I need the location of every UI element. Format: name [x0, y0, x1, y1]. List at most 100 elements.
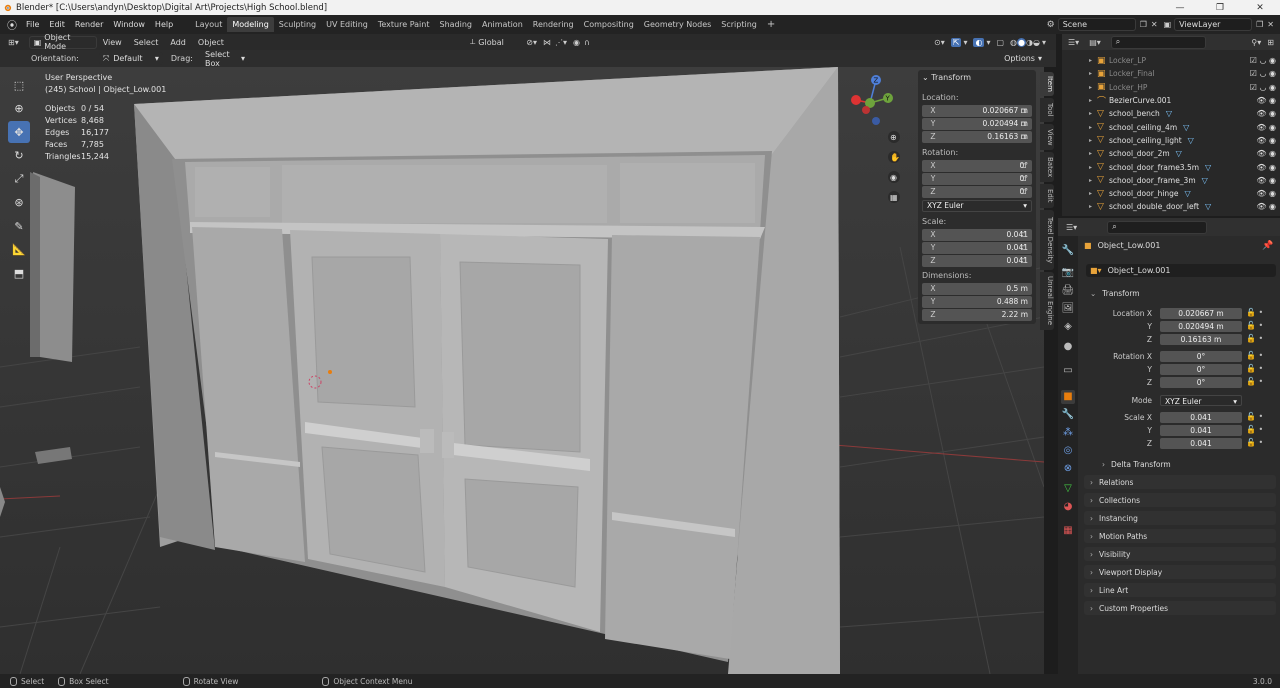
tab-rendering[interactable]: Rendering — [528, 17, 579, 32]
lock-icon[interactable]: ⊐ — [1020, 161, 1030, 171]
lock-icon[interactable]: 🔓 • — [1246, 412, 1263, 421]
location-z-field[interactable]: Z 0.16163 m — [922, 131, 1032, 143]
rotation-x-field[interactable]: X 0° — [922, 160, 1032, 172]
tab-animation[interactable]: Animation — [477, 17, 528, 32]
minimize-icon[interactable]: — — [1160, 3, 1200, 13]
outliner-search-input[interactable]: ⌕ — [1110, 35, 1206, 49]
move-tool-icon[interactable]: ✥ — [8, 121, 30, 143]
particles-properties-icon[interactable]: ⁂ — [1061, 426, 1075, 440]
lock-icon[interactable]: ⊐ — [1020, 243, 1030, 253]
scale-tool-icon[interactable]: ⤢ — [8, 168, 30, 190]
pivot-icon[interactable]: ⊘▾ — [526, 38, 537, 47]
new-view-layer-icon[interactable]: ❐ — [1256, 20, 1263, 29]
measure-tool-icon[interactable]: 📐 — [8, 239, 30, 261]
prop-rotation-mode-dropdown[interactable]: XYZ Euler ▾ — [1160, 395, 1242, 406]
delta-transform-header[interactable]: › Delta Transform — [1096, 457, 1272, 471]
outliner-item[interactable]: ▸ ▣ Locker_LP ☑ ◡ ◉ — [1062, 54, 1280, 67]
panel-instancing[interactable]: › Instancing — [1084, 511, 1276, 525]
view-layer-icon[interactable]: ▣ — [1164, 20, 1172, 29]
rotate-tool-icon[interactable]: ↻ — [8, 145, 30, 167]
axis-gizmo[interactable]: Z Y ⊕ ✋ ◉ ▦ — [848, 70, 908, 210]
tab-view[interactable]: View — [1040, 124, 1054, 150]
chevron-right-icon[interactable]: ▸ — [1089, 110, 1097, 117]
dimension-z-field[interactable]: Z 2.22 m — [922, 309, 1032, 321]
view-layer-properties-icon[interactable]: 🖼 — [1061, 302, 1075, 316]
visibility-toggle[interactable]: 👁 ◉ — [1256, 123, 1276, 132]
lock-icon[interactable]: ⊐ — [1020, 119, 1030, 129]
gizmo-dropdown-icon[interactable]: ▾ — [963, 38, 967, 47]
chevron-right-icon[interactable]: ▸ — [1089, 164, 1097, 171]
menu-edit[interactable]: Edit — [44, 20, 70, 29]
material-shading-icon[interactable]: ◑ — [1026, 38, 1033, 47]
select-tool-icon[interactable]: ⬚ — [8, 74, 30, 96]
tab-uv-editing[interactable]: UV Editing — [321, 17, 373, 32]
tab-compositing[interactable]: Compositing — [579, 17, 639, 32]
data-properties-icon[interactable]: ▽ — [1061, 482, 1075, 496]
visibility-icon[interactable]: ⊙▾ — [934, 38, 945, 47]
pin-icon[interactable]: 📌 — [1262, 241, 1273, 251]
menu-help[interactable]: Help — [150, 20, 178, 29]
menu-view[interactable]: View — [97, 38, 128, 47]
prop-location-y[interactable]: 0.020494 m — [1160, 321, 1242, 332]
lock-icon[interactable]: ⊐ — [1020, 106, 1030, 116]
neg-x-axis-handle[interactable] — [851, 95, 861, 105]
outliner-item[interactable]: ▸ ⌒ BezierCurve.001 👁 ◉ — [1062, 94, 1280, 107]
panel-relations[interactable]: › Relations — [1084, 475, 1276, 489]
menu-render[interactable]: Render — [70, 20, 108, 29]
properties-search-input[interactable]: ⌕ — [1107, 220, 1208, 234]
lock-icon[interactable]: ⊐ — [1020, 132, 1030, 142]
object-name-field[interactable]: ■▾ Object_Low.001 — [1086, 264, 1276, 277]
location-y-field[interactable]: Y 0.020494 m — [922, 118, 1032, 130]
transform-panel-header[interactable]: ⌄ Transform — [922, 73, 971, 82]
menu-object[interactable]: Object — [192, 38, 230, 47]
panel-line-art[interactable]: › Line Art — [1084, 583, 1276, 597]
tab-modeling[interactable]: Modeling — [227, 17, 274, 32]
properties-editor-icon[interactable]: ☰▾ — [1066, 223, 1077, 232]
tab-shading[interactable]: Shading — [434, 17, 477, 32]
prop-rotation-y[interactable]: 0° — [1160, 364, 1242, 375]
view-layer-selector[interactable]: ViewLayer — [1174, 18, 1253, 31]
panel-collections[interactable]: › Collections — [1084, 493, 1276, 507]
scale-x-field[interactable]: X 0.041 — [922, 229, 1032, 241]
visibility-toggle[interactable]: 👁 ◉ — [1256, 109, 1276, 118]
tab-batex[interactable]: Batex — [1040, 152, 1054, 182]
chevron-right-icon[interactable]: ▸ — [1089, 57, 1097, 64]
lock-icon[interactable]: ⊐ — [1020, 230, 1030, 240]
filter-icon[interactable]: ⚲▾ — [1251, 38, 1261, 47]
dimension-y-field[interactable]: Y 0.488 m — [922, 296, 1032, 308]
chevron-right-icon[interactable]: ▸ — [1089, 97, 1097, 104]
snap-icon[interactable]: ⋈ — [543, 38, 551, 47]
collection-properties-icon[interactable]: ▭ — [1061, 364, 1075, 378]
modifier-properties-icon[interactable]: 🔧 — [1061, 408, 1075, 422]
visibility-toggle[interactable]: 👁 ◉ — [1256, 189, 1276, 198]
lock-icon[interactable]: 🔓 • — [1246, 438, 1263, 447]
visibility-toggle[interactable]: ☑ ◡ ◉ — [1250, 69, 1276, 78]
menu-select[interactable]: Select — [128, 38, 165, 47]
tab-scripting[interactable]: Scripting — [716, 17, 762, 32]
maximize-icon[interactable]: ❐ — [1200, 3, 1240, 13]
chevron-right-icon[interactable]: ▸ — [1089, 203, 1097, 210]
tab-texture-paint[interactable]: Texture Paint — [373, 17, 435, 32]
shading-dropdown-icon[interactable]: ▾ — [1042, 38, 1046, 47]
neg-z-axis-handle[interactable] — [872, 117, 880, 125]
object-properties-icon[interactable]: ■ — [1061, 390, 1075, 404]
outliner-item[interactable]: ▸ ▽ school_ceiling_4m ▽ 👁 ◉ — [1062, 121, 1280, 134]
new-collection-icon[interactable]: ⊞ — [1267, 38, 1274, 47]
new-scene-icon[interactable]: ❐ — [1140, 20, 1147, 29]
add-cube-tool-icon[interactable]: ⬒ — [8, 262, 30, 284]
visibility-toggle[interactable]: 👁 ◉ — [1256, 96, 1276, 105]
render-properties-icon[interactable]: 📷 — [1061, 266, 1075, 280]
annotate-tool-icon[interactable]: ✎ — [8, 215, 30, 237]
scale-y-field[interactable]: Y 0.041 — [922, 242, 1032, 254]
chevron-right-icon[interactable]: ▸ — [1089, 70, 1097, 77]
world-properties-icon[interactable]: ● — [1061, 340, 1075, 354]
lock-icon[interactable]: 🔓 • — [1246, 351, 1263, 360]
chevron-right-icon[interactable]: ▸ — [1089, 190, 1097, 197]
lock-icon[interactable]: 🔓 • — [1246, 308, 1263, 317]
rotation-y-field[interactable]: Y 0° — [922, 173, 1032, 185]
gizmo-icon[interactable]: ⇱ — [950, 37, 962, 47]
menu-window[interactable]: Window — [108, 20, 150, 29]
prop-scale-z[interactable]: 0.041 — [1160, 438, 1242, 449]
visibility-toggle[interactable]: 👁 ◉ — [1256, 202, 1276, 211]
outliner-item[interactable]: ▸ ▽ school_double_door_left ▽ 👁 ◉ — [1062, 200, 1280, 213]
